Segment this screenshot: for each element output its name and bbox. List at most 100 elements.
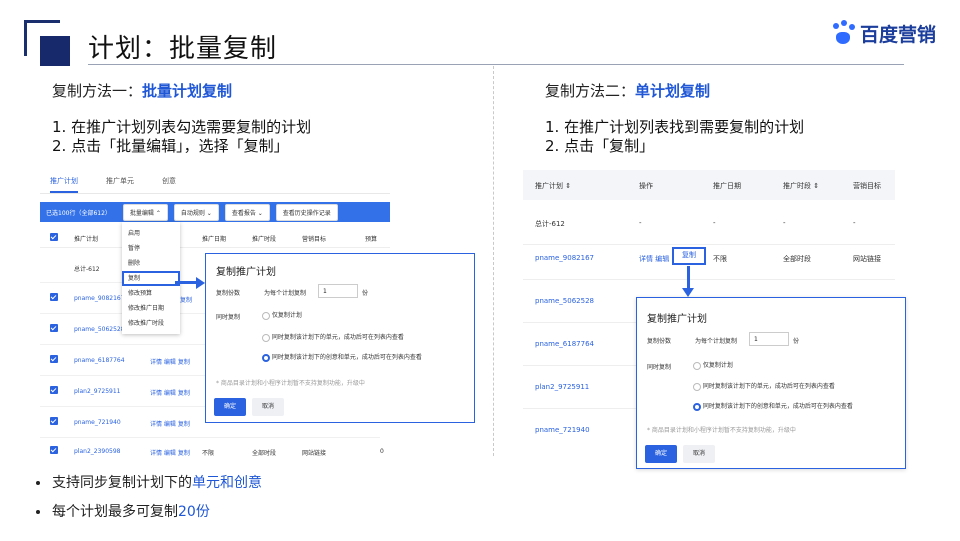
row-checkbox[interactable] [50, 324, 58, 332]
arrow-line [175, 281, 197, 284]
row-name[interactable]: plan2_9725911 [74, 388, 121, 395]
bullet-text: 每个计划最多可复制 [52, 504, 178, 520]
row-name[interactable]: plan2_2390598 [74, 448, 121, 455]
row-name[interactable]: pname_5062528 [74, 326, 125, 333]
row-checkbox[interactable] [50, 355, 58, 363]
batch-edit-label: 批量编辑 [129, 209, 154, 217]
row-ops[interactable]: 详情 编辑 复制 [150, 448, 190, 457]
auto-rules-button[interactable]: 自动规则 ⌄ [173, 203, 219, 221]
row-period: 全部时段 [783, 255, 811, 263]
copies-label: 复制份数 [216, 290, 241, 297]
row-goal: 网站链接 [302, 450, 327, 457]
option-label: 同时复制该计划下的单元，成功后可在列表内查看 [271, 334, 404, 341]
row-name: 总计-612 [535, 220, 565, 228]
col-budget: 预算 [365, 236, 378, 243]
col-date: 推广日期 [202, 236, 227, 243]
row-name[interactable]: pname_721940 [74, 419, 121, 426]
method1-step-1: 1. 在推广计划列表勾选需要复制的计划 [52, 118, 312, 136]
dialog-title: 复制推广计划 [647, 314, 707, 325]
arrow-line [687, 266, 690, 290]
cancel-button[interactable]: 取消 [683, 445, 715, 463]
tab-units[interactable]: 推广单元 [106, 176, 134, 193]
row-ops[interactable]: 详情 编辑 复制 [150, 357, 190, 366]
dialog-note: * 商品目录计划和小程序计划暂不支持复制功能，升级中 [647, 427, 796, 434]
row-copy-link[interactable]: 复制 [180, 295, 192, 304]
dialog-note: * 商品目录计划和小程序计划暂不支持复制功能，升级中 [216, 380, 365, 387]
row-name[interactable]: pname_6187764 [535, 340, 594, 348]
option-with-units[interactable]: 同时复制该计划下的单元，成功后可在列表内查看 [262, 332, 404, 342]
option-plan-only[interactable]: 仅复制计划 [262, 310, 302, 320]
row-ops[interactable]: 详情 编辑 复制 [150, 419, 190, 428]
option-label: 仅复制计划 [271, 312, 302, 319]
reports-button[interactable]: 查看报告 ⌄ [224, 203, 270, 221]
row-name[interactable]: pname_721940 [535, 426, 590, 434]
confirm-button[interactable]: 确定 [214, 398, 246, 416]
copy-plan-dialog: 复制推广计划 复制份数 为每个计划复制 1 份 同时复制 仅复制计划 同时复制该… [205, 253, 475, 423]
row-checkbox[interactable] [50, 386, 58, 394]
col-plan: 推广计划 [74, 236, 99, 243]
row-name[interactable]: pname_6187764 [74, 357, 125, 364]
option-with-creatives[interactable]: 同时复制该计划下的创意和单元，成功后可在列表内查看 [693, 401, 853, 411]
option-with-units[interactable]: 同时复制该计划下的单元，成功后可在列表内查看 [693, 381, 835, 391]
menu-copy[interactable]: 复制 [122, 271, 180, 286]
batch-edit-button[interactable]: 批量编辑 ⌃ [122, 203, 168, 221]
copies-unit: 份 [793, 338, 800, 345]
option-plan-only[interactable]: 仅复制计划 [693, 360, 733, 370]
row-budget: 0 [380, 448, 384, 455]
bullet-2: 每个计划最多可复制20份 [36, 501, 210, 521]
col-plan: 推广计划 ⇕ [535, 182, 572, 190]
copies-label: 复制份数 [647, 338, 672, 345]
cancel-button[interactable]: 取消 [252, 398, 284, 416]
copy-link-highlighted[interactable]: 复制 [672, 247, 706, 265]
table-header: 推广计划 ⇕ 操作 推广日期 推广时段 ⇕ 营销目标 [523, 170, 895, 200]
bullet-dot-icon [36, 481, 40, 485]
menu-delete[interactable]: 删除 [122, 256, 180, 271]
row-checkbox[interactable] [50, 417, 58, 425]
method2-heading: 复制方法二：单计划复制 [545, 80, 710, 101]
copies-input[interactable]: 1 [318, 284, 358, 298]
copies-prefix: 为每个计划复制 [264, 290, 307, 297]
row-name[interactable]: plan2_9725911 [535, 383, 589, 391]
logo-text: 百度营销 [860, 23, 937, 46]
method1-label-prefix: 复制方法一： [52, 82, 143, 100]
menu-budget[interactable]: 修改预算 [122, 286, 180, 301]
row-name[interactable]: pname_5062528 [535, 297, 594, 305]
row-ops[interactable]: 详情 编辑 [639, 254, 669, 264]
confirm-button[interactable]: 确定 [645, 445, 677, 463]
row-date: 不限 [202, 450, 215, 457]
option-with-creatives[interactable]: 同时复制该计划下的创意和单元，成功后可在列表内查看 [262, 352, 422, 362]
col-ops: 操作 [639, 182, 653, 190]
bullet-dot-icon [36, 510, 40, 514]
option-label: 同时复制该计划下的创意和单元，成功后可在列表内查看 [271, 354, 422, 361]
row-checkbox[interactable] [50, 293, 58, 301]
copies-input[interactable]: 1 [749, 332, 789, 346]
arrow-right-icon [196, 277, 205, 289]
history-button[interactable]: 查看历史操作记录 [275, 203, 338, 221]
method1-label-highlight: 批量计划复制 [142, 82, 233, 100]
method2-step-2: 2. 点击「复制」 [545, 137, 655, 155]
menu-date[interactable]: 修改推广日期 [122, 301, 180, 316]
copies-unit: 份 [362, 290, 369, 297]
row-name[interactable]: pname_9082167 [74, 295, 125, 302]
tab-creatives[interactable]: 创意 [162, 176, 176, 193]
row-ops[interactable]: 详情 编辑 复制 [150, 388, 190, 397]
menu-enable[interactable]: 启用 [122, 226, 180, 241]
menu-period[interactable]: 修改推广时段 [122, 316, 180, 331]
radio-icon [693, 361, 701, 370]
select-all-checkbox[interactable] [50, 233, 58, 241]
bullet-1: 支持同步复制计划下的单元和创意 [36, 472, 262, 492]
bullet-highlight: 20份 [178, 504, 210, 520]
row-name[interactable]: pname_9082167 [535, 254, 594, 262]
radio-icon [693, 382, 701, 391]
menu-pause[interactable]: 暂停 [122, 241, 180, 256]
tab-plans[interactable]: 推广计划 [50, 176, 78, 193]
option-label: 仅复制计划 [702, 362, 733, 369]
bullet-highlight: 单元和创意 [192, 475, 262, 491]
row-period: 全部时段 [252, 450, 277, 457]
reports-label: 查看报告 [231, 209, 256, 217]
row-date: - [713, 219, 716, 227]
row-ops: - [639, 219, 642, 227]
bullet-text: 支持同步复制计划下的 [52, 475, 192, 491]
method2-label-highlight: 单计划复制 [635, 82, 711, 100]
row-checkbox[interactable] [50, 446, 58, 454]
